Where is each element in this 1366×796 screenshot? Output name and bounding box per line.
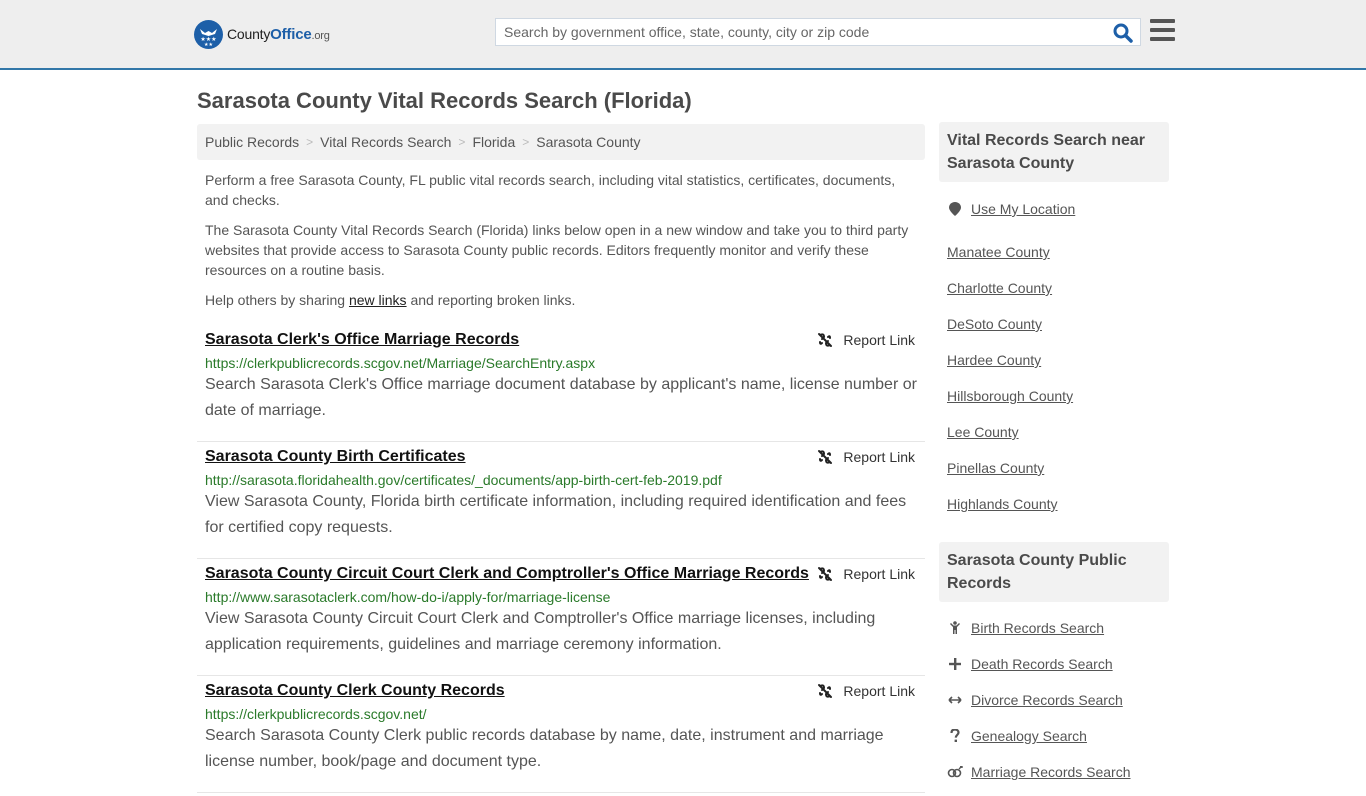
result-item: Sarasota Clerk's Office Marriage Records…: [197, 325, 925, 442]
intro-paragraph: Help others by sharing new links and rep…: [205, 292, 576, 308]
hamburger-menu-icon-bar: [1150, 37, 1175, 41]
use-my-location-link[interactable]: Use My Location: [971, 201, 1075, 217]
search-icon: [1113, 23, 1133, 43]
map-marker-icon: [947, 202, 963, 216]
list-item: Charlotte County: [947, 270, 1169, 306]
nearby-county-link[interactable]: Hardee County: [947, 352, 1041, 368]
hamburger-menu-icon-bar: [1150, 28, 1175, 32]
search-button[interactable]: [1112, 22, 1134, 44]
nearby-county-link[interactable]: Hillsborough County: [947, 388, 1073, 404]
nearby-county-link[interactable]: Pinellas County: [947, 460, 1044, 476]
list-item: Hillsborough County: [947, 378, 1169, 414]
list-item: Manatee County: [947, 234, 1169, 270]
svg-text:★★: ★★: [204, 42, 213, 48]
report-link-label: Report Link: [843, 332, 915, 348]
nearby-county-link[interactable]: Manatee County: [947, 244, 1050, 260]
breadcrumb: Public Records > Vital Records Search > …: [197, 124, 925, 160]
report-link-button[interactable]: Report Link: [813, 449, 915, 465]
list-item: Divorce Records Search: [947, 682, 1169, 718]
report-link-label: Report Link: [843, 683, 915, 699]
nearby-county-link[interactable]: Highlands County: [947, 496, 1058, 512]
result-description: View Sarasota County, Florida birth cert…: [205, 493, 907, 536]
breadcrumb-separator: >: [522, 135, 530, 149]
results-list: Sarasota Clerk's Office Marriage Records…: [197, 325, 925, 793]
new-links-link[interactable]: new links: [349, 292, 407, 308]
nearby-heading: Vital Records Search near Sarasota Count…: [939, 122, 1169, 182]
public-records-section: Sarasota County Public Records Birth Rec…: [939, 542, 1169, 796]
site-logo-link[interactable]: ★★★ ★★ CountyOffice.org: [194, 20, 330, 49]
breadcrumb-item-public-records[interactable]: Public Records: [205, 134, 299, 150]
plus-icon: [947, 658, 963, 670]
search-input[interactable]: [496, 19, 1096, 45]
list-item: DeSoto County: [947, 306, 1169, 342]
nearby-county-link[interactable]: DeSoto County: [947, 316, 1042, 332]
report-link-label: Report Link: [843, 566, 915, 582]
result-description: View Sarasota County Circuit Court Clerk…: [205, 610, 876, 653]
breadcrumb-item-sarasota-county[interactable]: Sarasota County: [536, 134, 640, 150]
site-search-box: [495, 18, 1141, 46]
report-link-button[interactable]: Report Link: [813, 566, 915, 582]
death-records-link[interactable]: Death Records Search: [971, 656, 1113, 672]
result-url[interactable]: http://www.sarasotaclerk.com/how-do-i/ap…: [205, 588, 917, 606]
list-item: Death Records Search: [947, 646, 1169, 682]
result-title-link[interactable]: Sarasota County Clerk County Records: [205, 681, 917, 701]
child-icon: [947, 621, 963, 635]
result-url[interactable]: http://sarasota.floridahealth.gov/certif…: [205, 471, 917, 489]
broken-link-icon: [818, 333, 833, 347]
nearby-county-list: Use My Location Manatee County Charlotte…: [939, 182, 1169, 528]
hamburger-menu-button[interactable]: [1150, 19, 1175, 41]
result-title-link[interactable]: Sarasota Clerk's Office Marriage Records: [205, 330, 917, 350]
list-item: Use My Location: [947, 198, 1169, 220]
list-item: Birth Records Search: [947, 610, 1169, 646]
broken-link-icon: [818, 567, 833, 581]
list-item: Genealogy Search: [947, 718, 1169, 754]
question-icon: [947, 729, 963, 743]
page-title: Sarasota County Vital Records Search (Fl…: [197, 88, 692, 113]
report-link-button[interactable]: Report Link: [813, 683, 915, 699]
breadcrumb-separator: >: [306, 135, 314, 149]
hamburger-menu-icon-bar: [1150, 19, 1175, 23]
arrows-horizontal-icon: [947, 695, 963, 705]
sidebar: Vital Records Search near Sarasota Count…: [939, 122, 1169, 796]
eagle-stars-logo-icon: ★★★ ★★: [194, 20, 223, 49]
breadcrumb-separator: >: [458, 135, 466, 149]
nearby-county-link[interactable]: Lee County: [947, 424, 1019, 440]
logo-wordmark: CountyOffice.org: [227, 26, 330, 43]
result-item: Sarasota County Circuit Court Clerk and …: [197, 559, 925, 676]
nearby-county-link[interactable]: Charlotte County: [947, 280, 1052, 296]
list-item: Highlands County: [947, 486, 1169, 522]
birth-records-link[interactable]: Birth Records Search: [971, 620, 1104, 636]
result-title-link[interactable]: Sarasota County Circuit Court Clerk and …: [205, 564, 917, 584]
list-item: Pinellas County: [947, 450, 1169, 486]
marriage-records-link[interactable]: Marriage Records Search: [971, 764, 1131, 780]
breadcrumb-item-florida[interactable]: Florida: [472, 134, 515, 150]
list-item: Lee County: [947, 414, 1169, 450]
intro-paragraph: Perform a free Sarasota County, FL publi…: [205, 172, 896, 208]
list-item: Hardee County: [947, 342, 1169, 378]
intro-paragraph: The Sarasota County Vital Records Search…: [205, 222, 909, 278]
result-title-link[interactable]: Sarasota County Birth Certificates: [205, 447, 917, 467]
top-header-bar: ★★★ ★★ CountyOffice.org: [0, 0, 1366, 70]
result-url[interactable]: https://clerkpublicrecords.scgov.net/: [205, 705, 917, 723]
report-link-button[interactable]: Report Link: [813, 332, 915, 348]
result-description: Search Sarasota County Clerk public reco…: [205, 727, 884, 770]
public-records-heading: Sarasota County Public Records: [939, 542, 1169, 602]
broken-link-icon: [818, 684, 833, 698]
intro-text: Perform a free Sarasota County, FL publi…: [205, 170, 920, 320]
genealogy-search-link[interactable]: Genealogy Search: [971, 728, 1087, 744]
broken-link-icon: [818, 450, 833, 464]
breadcrumb-item-vital-records[interactable]: Vital Records Search: [320, 134, 451, 150]
result-item: Sarasota County Clerk County Records htt…: [197, 676, 925, 793]
result-description: Search Sarasota Clerk's Office marriage …: [205, 376, 917, 419]
report-link-label: Report Link: [843, 449, 915, 465]
divorce-records-link[interactable]: Divorce Records Search: [971, 692, 1123, 708]
result-url[interactable]: https://clerkpublicrecords.scgov.net/Mar…: [205, 354, 917, 372]
result-item: Sarasota County Birth Certificates http:…: [197, 442, 925, 559]
public-records-list: Birth Records Search Death Records Searc…: [939, 602, 1169, 796]
list-item: Marriage Records Search: [947, 754, 1169, 790]
